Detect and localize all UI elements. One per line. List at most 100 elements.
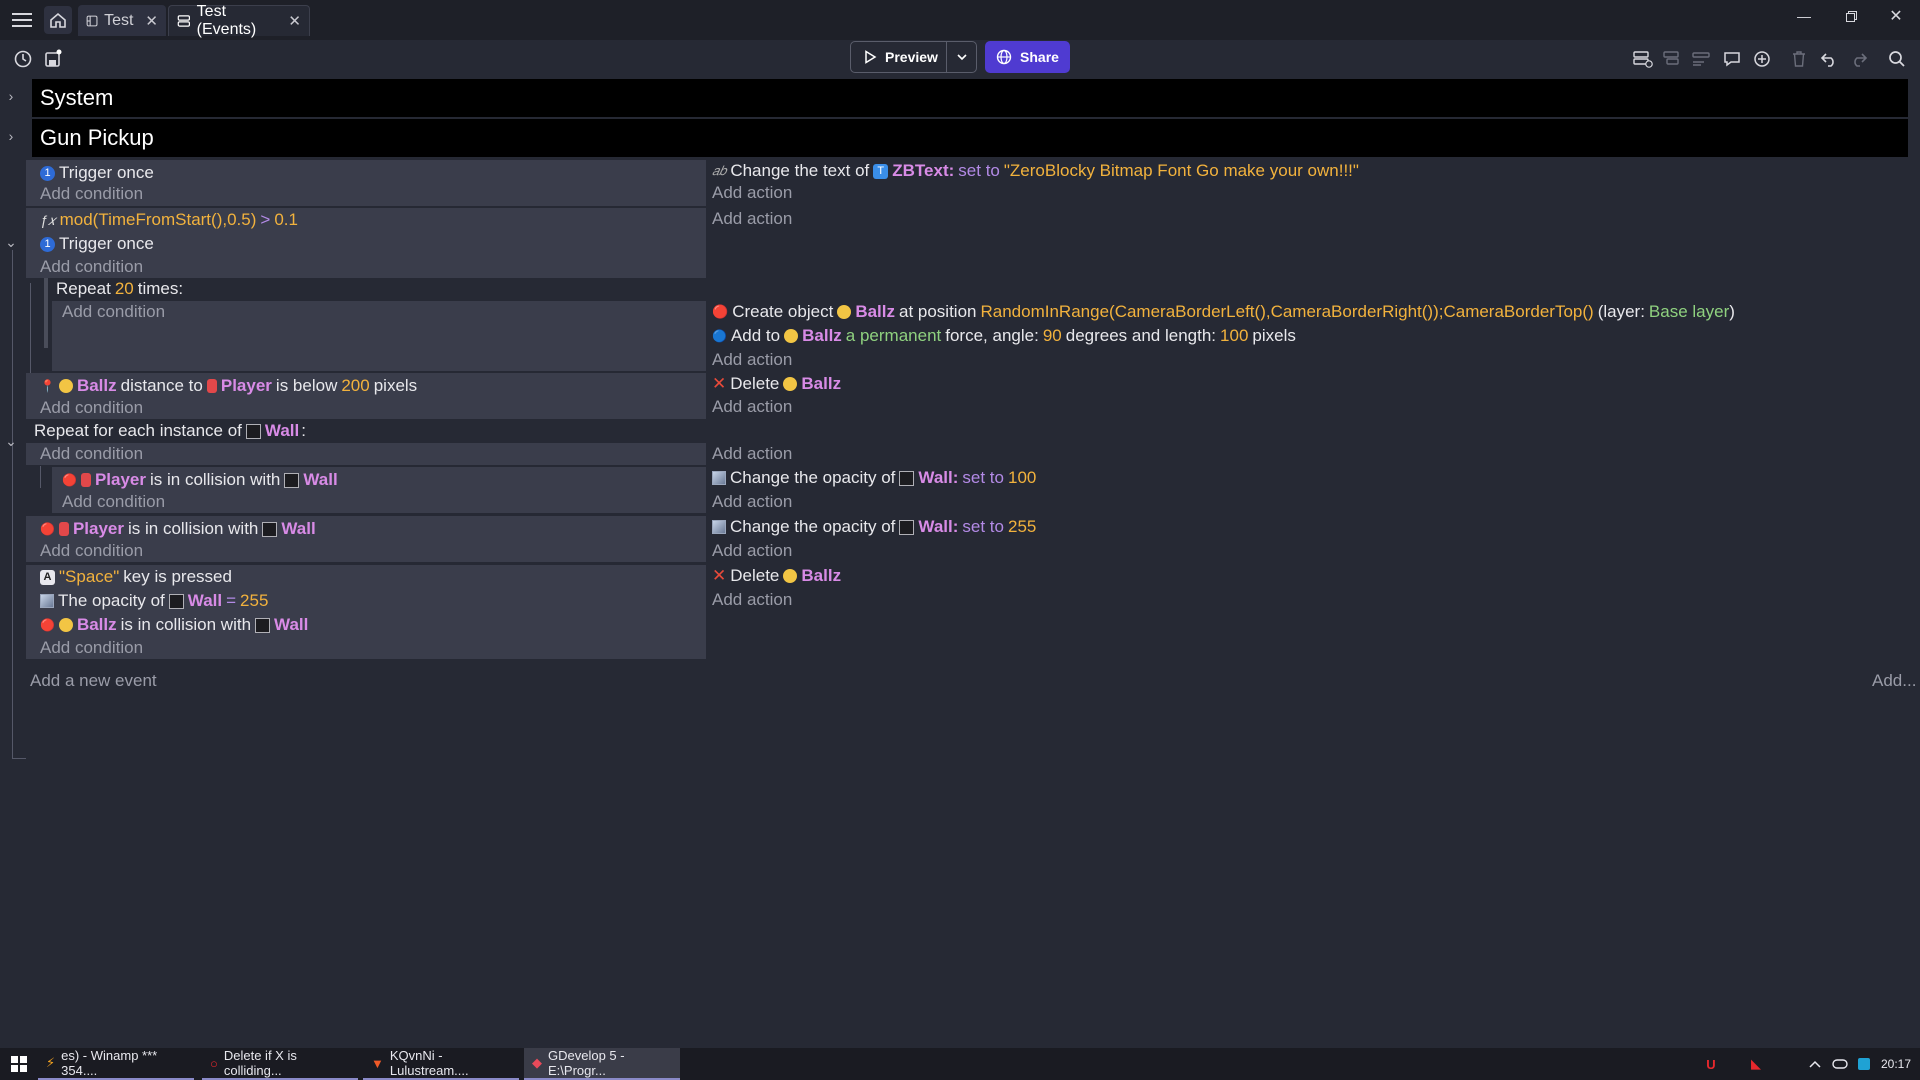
add-action-link[interactable]: Add action (712, 349, 792, 371)
event-conditions[interactable]: 📍 Ballz distance to Player is below 200 … (26, 373, 706, 419)
event-conditions[interactable]: 1 Trigger once Add condition (26, 160, 706, 206)
collapse-chevron-icon[interactable]: ⌄ (0, 433, 22, 450)
object-name: Ballz (801, 566, 842, 585)
foreach-text: Repeat for each instance of (34, 421, 242, 440)
add-condition-link[interactable]: Add condition (40, 183, 143, 205)
action-row[interactable]: 🔵 Add to Ballz a permanent force, angle:… (712, 325, 1296, 347)
taskbar-item-gdevelop[interactable]: ◆ GDevelop 5 - E:\Progr... (524, 1048, 680, 1080)
add-event-icon[interactable] (1630, 46, 1656, 72)
action-row[interactable]: ✕ Delete Ballz (712, 373, 841, 395)
condition-row[interactable]: ƒ𝑥 mod(TimeFromStart(),0.5) > 0.1 (40, 209, 298, 231)
add-condition-link[interactable]: Add condition (40, 637, 143, 659)
action-row[interactable]: Change the opacity of Wall: set to 100 (712, 467, 1036, 489)
group-gun-pickup[interactable]: Gun Pickup (32, 119, 1908, 157)
foreach-header[interactable]: Repeat for each instance of Wall : (34, 420, 306, 442)
add-condition-label: Add condition (40, 398, 144, 417)
taskbar-item-brave[interactable]: ▼ KQvnNi - Lulustream.... (363, 1048, 519, 1080)
action-row[interactable]: Change the opacity of Wall: set to 255 (712, 516, 1036, 538)
add-action-link[interactable]: Add action (712, 491, 792, 513)
ballz-object-icon (783, 377, 798, 391)
create-object-icon: 🔴 (712, 304, 729, 319)
add-other-event-icon[interactable] (1689, 46, 1715, 72)
clock[interactable]: 20:17 (1878, 1054, 1914, 1074)
event-conditions[interactable]: Add condition (52, 301, 706, 371)
tab-test-events[interactable]: Test (Events) ✕ (168, 3, 310, 38)
add-more-button[interactable]: Add... (1872, 670, 1916, 692)
action-row[interactable]: 🔴 Create object Ballz at position Random… (712, 301, 1735, 323)
add-action-link[interactable]: Add action (712, 396, 792, 418)
save-icon[interactable] (40, 46, 66, 72)
event-conditions[interactable]: A "Space" key is pressed The opacity of … (26, 565, 706, 659)
share-button[interactable]: Share (985, 41, 1070, 73)
tray-app-icon[interactable]: U (1700, 1054, 1722, 1074)
add-condition-link[interactable]: Add condition (40, 256, 143, 278)
gdevelop-icon: ◆ (532, 1055, 542, 1070)
action-text: (layer: (1597, 302, 1645, 321)
add-comment-icon[interactable] (1719, 46, 1745, 72)
object-name: Wall (187, 591, 223, 610)
repeat-header[interactable]: Repeat 20 times: (56, 278, 183, 300)
clock-time: 20:17 (1880, 1057, 1912, 1071)
hamburger-menu-icon[interactable] (8, 6, 36, 34)
value: 100 (1008, 468, 1037, 487)
minimize-icon[interactable]: — (1784, 4, 1824, 28)
expand-chevron-icon[interactable]: › (0, 128, 22, 144)
redo-icon[interactable] (1846, 46, 1872, 72)
object-name: Ballz (855, 302, 895, 321)
taskbar-item-winamp[interactable]: ⚡ es) - Winamp *** 354.... (38, 1048, 194, 1080)
preview-button[interactable]: Preview (850, 41, 977, 73)
windows-start-icon[interactable] (8, 1054, 30, 1074)
add-condition-link[interactable]: Add condition (40, 443, 143, 465)
delete-icon[interactable] (1786, 46, 1812, 72)
collapse-chevron-icon[interactable]: ⌄ (0, 234, 22, 251)
home-tab-icon[interactable] (44, 6, 72, 34)
preview-dropdown-button[interactable] (947, 51, 976, 63)
condition-row[interactable]: 📍 Ballz distance to Player is below 200 … (40, 375, 417, 397)
condition-row[interactable]: The opacity of Wall = 255 (40, 590, 268, 612)
add-condition-link[interactable]: Add condition (40, 397, 143, 419)
preview-main[interactable]: Preview (851, 42, 947, 72)
tab-test-events-label: Test (Events) (196, 3, 257, 38)
close-window-icon[interactable]: ✕ (1876, 4, 1916, 28)
add-subevent-icon[interactable] (1660, 46, 1686, 72)
event-conditions[interactable]: Add condition (26, 443, 706, 465)
add-action-link[interactable]: Add action (712, 589, 792, 611)
add-action-link[interactable]: Add action (712, 540, 792, 562)
gamepad-icon[interactable] (1830, 1054, 1850, 1074)
condition-row[interactable]: 🔴 Ballz is in collision with Wall (40, 614, 308, 636)
condition-row[interactable]: 1 Trigger once (40, 162, 154, 184)
add-condition-label: Add condition (62, 302, 166, 321)
close-tab-icon[interactable]: ✕ (288, 12, 301, 30)
action-row[interactable]: ✕ Delete Ballz (712, 565, 841, 587)
restore-icon[interactable] (1831, 4, 1871, 28)
add-action-link[interactable]: Add action (712, 182, 792, 204)
add-condition-link[interactable]: Add condition (62, 491, 165, 513)
condition-row[interactable]: 1 Trigger once (40, 233, 154, 255)
expand-chevron-icon[interactable]: › (0, 88, 22, 104)
history-icon[interactable] (10, 46, 36, 72)
add-new-event-link[interactable]: Add a new event (30, 670, 157, 692)
add-action-link[interactable]: Add action (712, 208, 792, 230)
condition-row[interactable]: 🔴 Player is in collision with Wall (62, 469, 338, 491)
group-system[interactable]: System (32, 79, 1908, 117)
tab-test[interactable]: Test ✕ (78, 5, 166, 36)
add-condition-link[interactable]: Add condition (62, 301, 165, 323)
tray-app-icon[interactable]: ◣ (1745, 1054, 1767, 1074)
undo-icon[interactable] (1816, 46, 1842, 72)
tray-overflow-icon[interactable] (1805, 1054, 1825, 1074)
network-icon[interactable] (1854, 1054, 1874, 1074)
condition-row[interactable]: A "Space" key is pressed (40, 566, 232, 588)
add-action-link[interactable]: Add action (712, 443, 792, 465)
taskbar-item-opera[interactable]: ○ Delete if X is colliding... (202, 1048, 358, 1080)
action-row[interactable]: 𝑎𝑏 Change the text of T ZBText: set to "… (712, 160, 1359, 182)
add-circle-icon[interactable] (1749, 46, 1775, 72)
event-conditions[interactable]: ƒ𝑥 mod(TimeFromStart(),0.5) > 0.1 1 Trig… (26, 208, 706, 278)
add-condition-link[interactable]: Add condition (40, 540, 143, 562)
search-icon[interactable] (1884, 46, 1910, 72)
event-conditions[interactable]: 🔴 Player is in collision with Wall Add c… (26, 516, 706, 562)
tree-line (12, 758, 26, 759)
close-tab-icon[interactable]: ✕ (145, 12, 158, 30)
sub-event-conditions[interactable]: 🔴 Player is in collision with Wall Add c… (52, 467, 706, 513)
add-condition-label: Add condition (40, 444, 144, 463)
condition-row[interactable]: 🔴 Player is in collision with Wall (40, 518, 316, 540)
